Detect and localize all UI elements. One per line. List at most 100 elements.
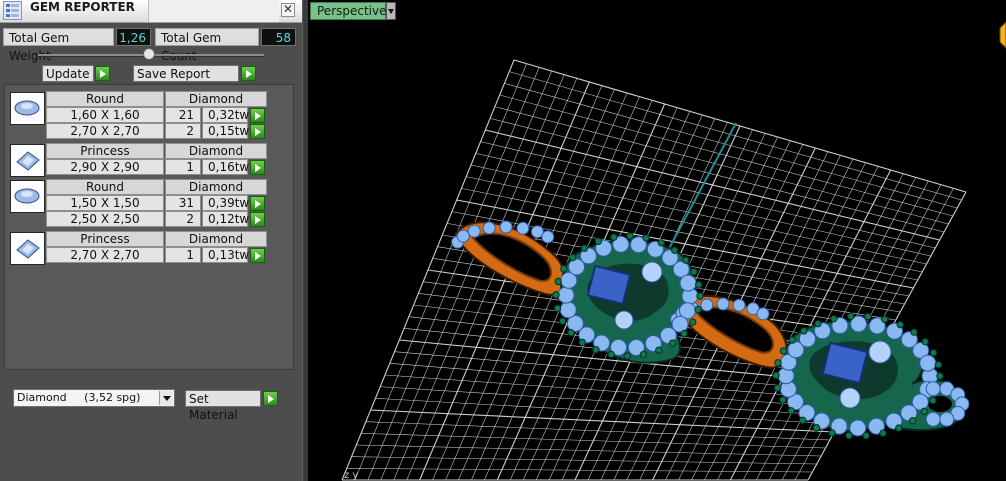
title-bar-tab (148, 0, 279, 22)
select-gems-play-icon[interactable] (250, 196, 265, 211)
gem-material-label: Diamond (165, 231, 267, 247)
gem-shape-label: Princess (46, 143, 164, 159)
prong (682, 256, 690, 264)
round-gem-icon (10, 180, 45, 213)
prong (828, 429, 836, 437)
material-density: (3,52 spg) (84, 391, 141, 404)
update-button[interactable]: Update (42, 65, 94, 82)
gem-reporter-app-icon (3, 1, 22, 20)
set-material-button[interactable]: Set Material (185, 390, 261, 422)
prong (936, 372, 944, 380)
round-gem (919, 354, 937, 372)
prong (929, 396, 937, 405)
panel-title: GEM REPORTER (30, 0, 135, 14)
gem-size: 2,90 X 2,90 (46, 159, 164, 175)
save-report-play-icon[interactable] (241, 66, 256, 81)
prong (578, 338, 587, 347)
round-gem (456, 229, 470, 243)
round-gem (541, 230, 555, 244)
prong (772, 371, 780, 380)
prong (779, 347, 788, 355)
prong (552, 291, 560, 299)
prong (908, 417, 917, 425)
round-gem-icon (10, 92, 45, 125)
princess-gem-icon (10, 232, 45, 265)
round-gem (716, 297, 730, 311)
prong (800, 327, 808, 335)
prong (689, 318, 697, 326)
select-gems-play-icon[interactable] (250, 248, 265, 263)
gem-size: 2,50 X 2,50 (46, 211, 164, 227)
prong (655, 346, 663, 354)
chevron-down-icon[interactable] (159, 391, 173, 405)
axis-indicator: z y (344, 470, 358, 481)
total-gem-count-value: 58 (261, 28, 296, 46)
prong (814, 319, 822, 328)
prong (910, 328, 918, 336)
prong (921, 337, 929, 346)
prong (623, 352, 632, 360)
prong (690, 268, 698, 276)
y-axis-line (663, 122, 737, 259)
view-cube-icon[interactable] (999, 21, 1006, 49)
material-dropdown[interactable]: Diamond (3,52 spg) (13, 389, 175, 407)
view-menu-chevron-down-icon[interactable] (386, 2, 396, 20)
gem-weight: 0,15tw (202, 123, 249, 139)
gem-size: 1,60 X 1,60 (46, 107, 164, 123)
gem-count: 2 (165, 123, 201, 139)
select-gems-play-icon[interactable] (250, 160, 265, 175)
title-bar: GEM REPORTER ✕ (0, 0, 302, 23)
grid-line (365, 421, 830, 441)
gem-count: 21 (165, 107, 201, 123)
total-gem-weight-label: Total Gem Weight (3, 28, 114, 63)
prong (847, 312, 855, 320)
round-gem (559, 301, 577, 319)
round-gem (482, 221, 496, 235)
prong (934, 361, 943, 369)
round-gem (499, 220, 513, 234)
prong (567, 329, 575, 337)
large-round-gem (614, 310, 634, 330)
gem-shape-label: Round (46, 91, 164, 107)
gem-material-label: Diamond (165, 179, 267, 195)
perspective-viewport[interactable]: z y Perspective (308, 0, 1006, 481)
large-round-gem (868, 340, 892, 364)
round-gem (732, 298, 746, 312)
view-name-label[interactable]: Perspective (310, 2, 387, 20)
large-round-gem (839, 387, 861, 409)
prong (895, 424, 903, 432)
set-material-play-icon[interactable] (263, 391, 278, 406)
gem-weight: 0,12tw (202, 211, 249, 227)
prong (680, 329, 688, 338)
prong (553, 304, 562, 313)
prong (696, 292, 704, 300)
select-gems-play-icon[interactable] (250, 108, 265, 123)
gem-list: Round Diamond 1,60 X 1,60 21 0,32tw 2,70… (4, 84, 294, 370)
gem-material-label: Diamond (165, 91, 267, 107)
close-icon[interactable]: ✕ (281, 3, 295, 17)
prong (626, 232, 634, 240)
gem-material-label: Diamond (165, 143, 267, 159)
prong (773, 384, 782, 392)
select-gems-play-icon[interactable] (250, 212, 265, 227)
gem-reporter-panel: GEM REPORTER ✕ Total Gem Weight 1,26 Tot… (0, 0, 302, 481)
prong (694, 305, 702, 314)
prong (569, 253, 577, 262)
prong (554, 277, 562, 286)
gem-weight: 0,32tw (202, 107, 249, 123)
round-gem (516, 221, 530, 235)
size-slider-knob[interactable] (143, 48, 155, 60)
select-gems-play-icon[interactable] (250, 124, 265, 139)
prong (787, 407, 795, 415)
prong (845, 431, 853, 440)
update-play-icon[interactable] (95, 66, 110, 81)
prong (668, 339, 677, 347)
round-gem (925, 381, 941, 397)
save-report-button[interactable]: Save Report (133, 65, 239, 82)
gem-count: 1 (165, 247, 201, 263)
prong (920, 407, 928, 416)
prong (560, 265, 568, 273)
prong (896, 320, 904, 329)
grid-line (356, 444, 822, 457)
prong (879, 429, 887, 437)
